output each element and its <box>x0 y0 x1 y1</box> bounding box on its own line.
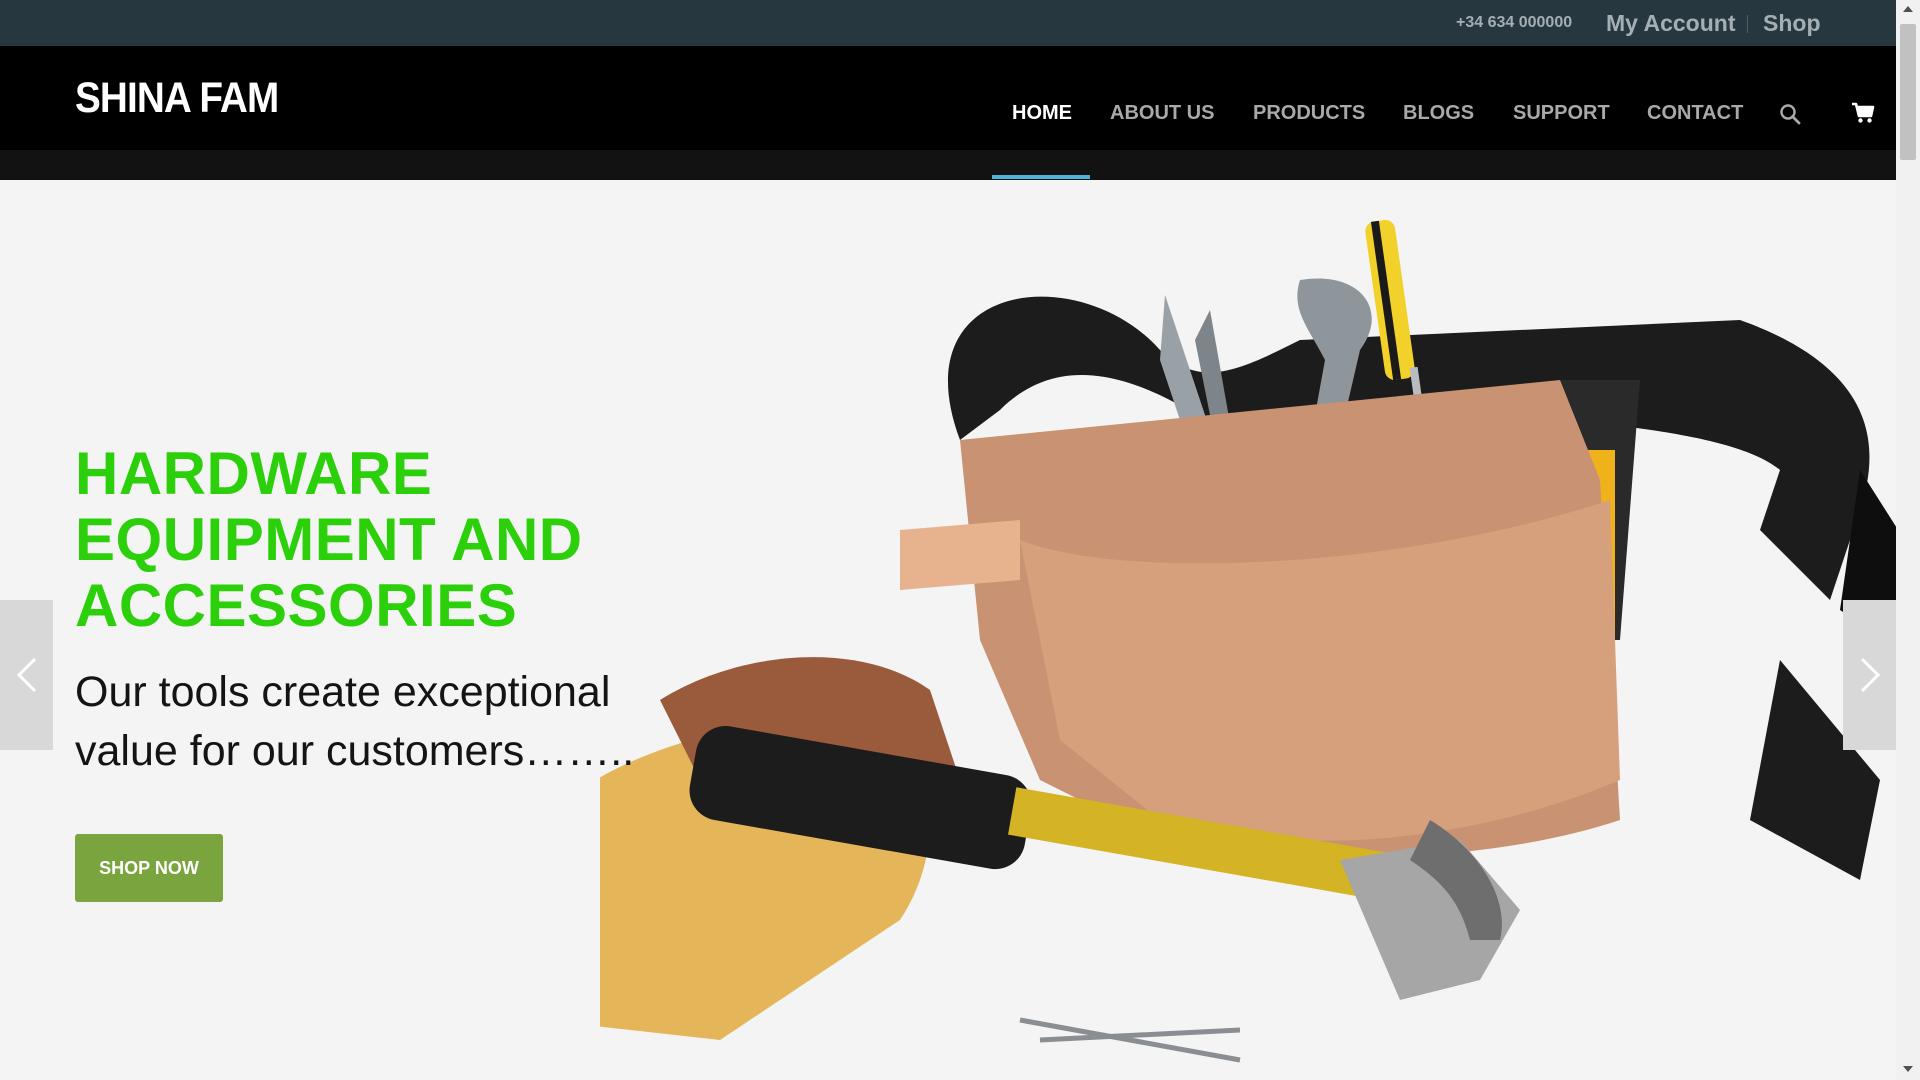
hero-subtitle: Our tools create exceptional value for o… <box>75 668 635 775</box>
hero-image <box>600 220 1896 1063</box>
nav-about-us[interactable]: ABOUT US <box>1110 102 1214 125</box>
nav-support[interactable]: SUPPORT <box>1513 102 1610 125</box>
nav-blogs[interactable]: BLOGS <box>1403 102 1474 125</box>
scrollbar-thumb[interactable] <box>1900 24 1916 160</box>
phone-number: +34 634 000000 <box>1456 14 1573 31</box>
main-header: SHINA FAM HOME ABOUT US PRODUCTS BLOGS S… <box>0 46 1896 150</box>
scroll-down-arrow-icon[interactable] <box>1903 1066 1913 1072</box>
top-utility-bar: +34 634 000000 My Account Shop <box>0 0 1896 46</box>
site-logo[interactable]: SHINA FAM <box>75 74 279 123</box>
search-icon[interactable] <box>1779 103 1801 130</box>
nav-products[interactable]: PRODUCTS <box>1253 102 1365 125</box>
nav-contact[interactable]: CONTACT <box>1647 102 1743 125</box>
chevron-left-icon <box>16 657 36 693</box>
page-scrollbar[interactable] <box>1896 0 1920 1080</box>
scroll-up-arrow-icon[interactable] <box>1903 6 1913 12</box>
chevron-right-icon <box>1860 657 1880 693</box>
active-nav-indicator <box>992 175 1090 179</box>
shop-link[interactable]: Shop <box>1763 10 1821 37</box>
header-subbar <box>0 150 1896 180</box>
hero-title: HARDWARE EQUIPMENT AND ACCESSORIES <box>75 440 583 639</box>
slider-next-button[interactable] <box>1843 600 1896 750</box>
topbar-divider <box>1747 15 1748 33</box>
hero-slider: HARDWARE EQUIPMENT AND ACCESSORIES Our t… <box>0 180 1896 1080</box>
my-account-link[interactable]: My Account <box>1606 10 1736 37</box>
shop-now-button[interactable]: SHOP NOW <box>75 834 223 902</box>
nav-home[interactable]: HOME <box>1012 102 1072 125</box>
cart-icon[interactable] <box>1851 102 1875 129</box>
slider-prev-button[interactable] <box>0 600 53 750</box>
